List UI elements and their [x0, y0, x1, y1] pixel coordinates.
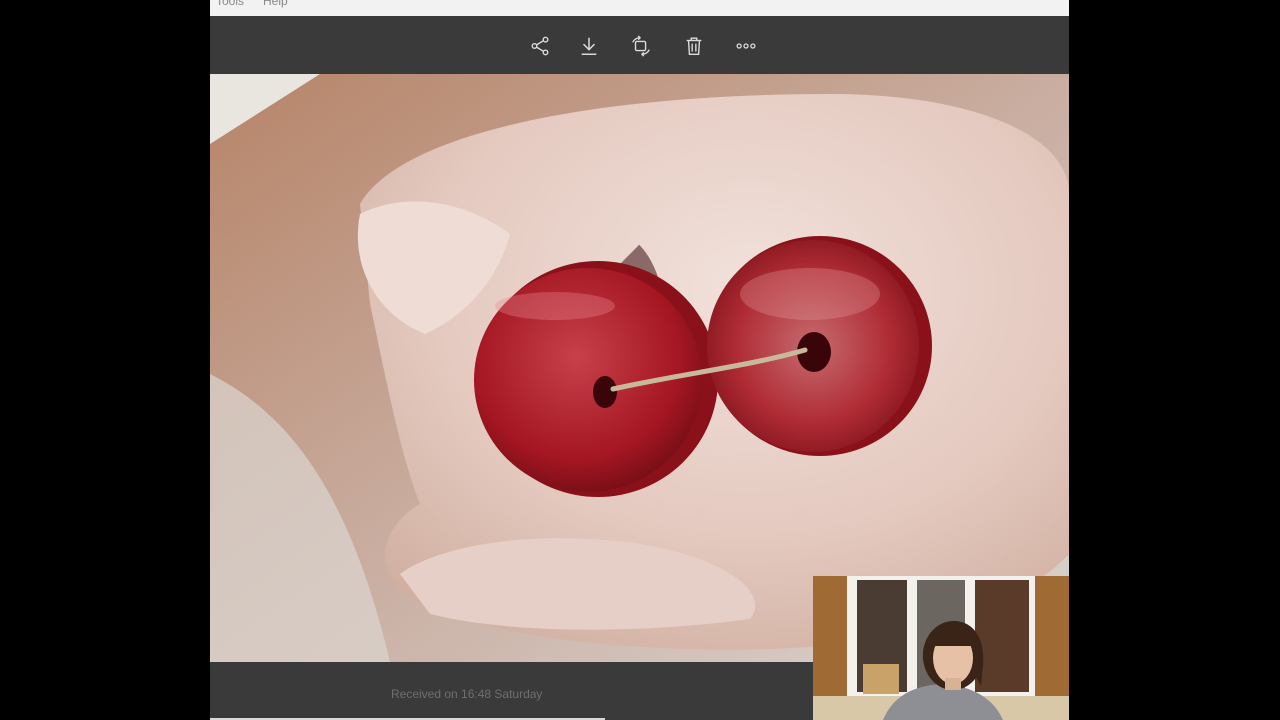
more-icon	[736, 43, 756, 49]
download-button[interactable]	[577, 34, 601, 58]
menu-bar: Tools Help	[210, 0, 1069, 16]
photo-view[interactable]	[210, 74, 1069, 662]
webcam-overlay	[813, 576, 1069, 720]
more-button[interactable]	[734, 34, 758, 58]
webcam-video	[813, 576, 1069, 720]
rotate-button[interactable]	[629, 34, 653, 58]
menu-item-help[interactable]: Help	[263, 0, 288, 8]
photo-beads-in-hand	[210, 74, 1069, 662]
delete-button[interactable]	[682, 34, 706, 58]
share-icon	[531, 36, 549, 56]
share-button[interactable]	[528, 34, 552, 58]
download-icon	[581, 37, 597, 55]
toolbar	[210, 16, 1069, 74]
delete-icon	[686, 37, 702, 55]
menu-item-tools[interactable]: Tools	[216, 0, 244, 8]
received-timestamp: Received on 16:48 Saturday	[391, 687, 543, 701]
rotate-icon	[632, 35, 650, 57]
